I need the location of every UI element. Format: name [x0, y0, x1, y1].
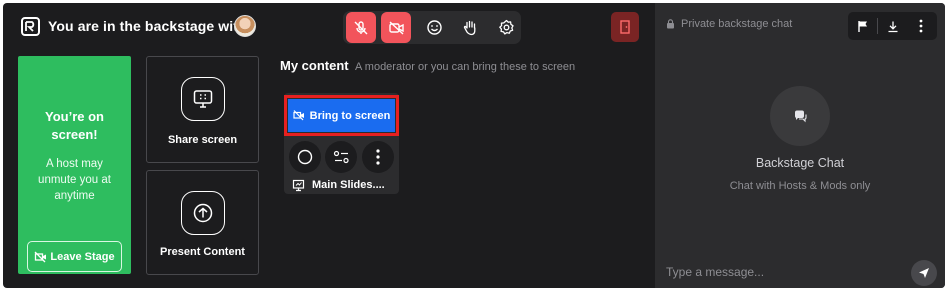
more-vertical-icon [919, 19, 923, 33]
header-divider [877, 18, 878, 34]
select-button[interactable] [289, 141, 321, 173]
bring-to-screen-label: Bring to screen [309, 109, 391, 122]
bring-to-screen-button[interactable]: Bring to screen [288, 99, 395, 132]
page-title: You are in the backstage with [48, 18, 247, 34]
leave-stage-icon [34, 251, 47, 262]
reactions-button[interactable] [419, 12, 449, 43]
share-screen-tile[interactable]: Share screen [146, 56, 259, 163]
my-content-title: My content [280, 58, 349, 73]
on-screen-card: You’re on screen! A host may unmute you … [18, 56, 131, 274]
download-icon [888, 21, 898, 32]
my-content-subtitle: A moderator or you can bring these to sc… [355, 61, 576, 73]
emoji-icon [426, 20, 442, 35]
gear-icon [498, 19, 514, 35]
on-screen-subtitle: A host may unmute you at anytime [38, 158, 111, 202]
options-button[interactable] [325, 141, 357, 173]
host-avatar [234, 15, 256, 37]
message-input[interactable] [666, 265, 896, 279]
present-content-tile[interactable]: Present Content [146, 170, 259, 275]
download-button[interactable] [879, 12, 907, 40]
leave-stage-label: Leave Stage [50, 250, 115, 263]
chat-empty-title: Backstage Chat [755, 156, 845, 170]
exit-backstage-button[interactable] [611, 12, 639, 42]
sliders-icon [333, 150, 349, 164]
monitor-icon [181, 77, 225, 121]
content-item-name: Main Slides.... [312, 179, 385, 191]
backstage-app: You are in the backstage with You’re on … [3, 3, 945, 288]
send-icon [919, 268, 929, 278]
camera-toggle-button[interactable] [381, 12, 411, 43]
app-logo-icon [21, 17, 40, 36]
door-exit-icon [620, 20, 630, 34]
flag-icon [858, 20, 867, 32]
chat-header-label: Private backstage chat [681, 18, 793, 30]
on-screen-title: You’re on screen! [45, 109, 104, 142]
mic-toggle-button[interactable] [346, 12, 376, 43]
leave-stage-button[interactable]: Leave Stage [27, 241, 122, 272]
hand-icon [463, 20, 476, 36]
chat-more-button[interactable] [907, 12, 935, 40]
mic-off-icon [354, 20, 368, 34]
presentation-icon [292, 179, 305, 192]
more-vertical-icon [376, 149, 380, 165]
content-item-card: Bring to screen Main Slides.... [284, 93, 399, 194]
bring-to-screen-icon [293, 110, 304, 121]
chat-bubble-icon [770, 86, 830, 146]
camera-off-icon [388, 20, 404, 35]
flag-button[interactable] [849, 12, 877, 40]
chat-panel: Private backstage chat Backstage Chat Ch… [655, 3, 945, 288]
share-screen-label: Share screen [167, 134, 238, 146]
send-button[interactable] [911, 260, 937, 286]
media-toolbar [343, 11, 521, 44]
upload-icon [181, 191, 225, 235]
raise-hand-button[interactable] [455, 12, 485, 43]
present-content-label: Present Content [160, 246, 245, 258]
circle-icon [297, 149, 313, 165]
settings-button[interactable] [491, 12, 521, 43]
chat-empty-subtitle: Chat with Hosts & Mods only [729, 180, 871, 192]
more-options-button[interactable] [362, 141, 394, 173]
lock-icon [667, 19, 674, 29]
chat-header-actions [848, 12, 937, 40]
